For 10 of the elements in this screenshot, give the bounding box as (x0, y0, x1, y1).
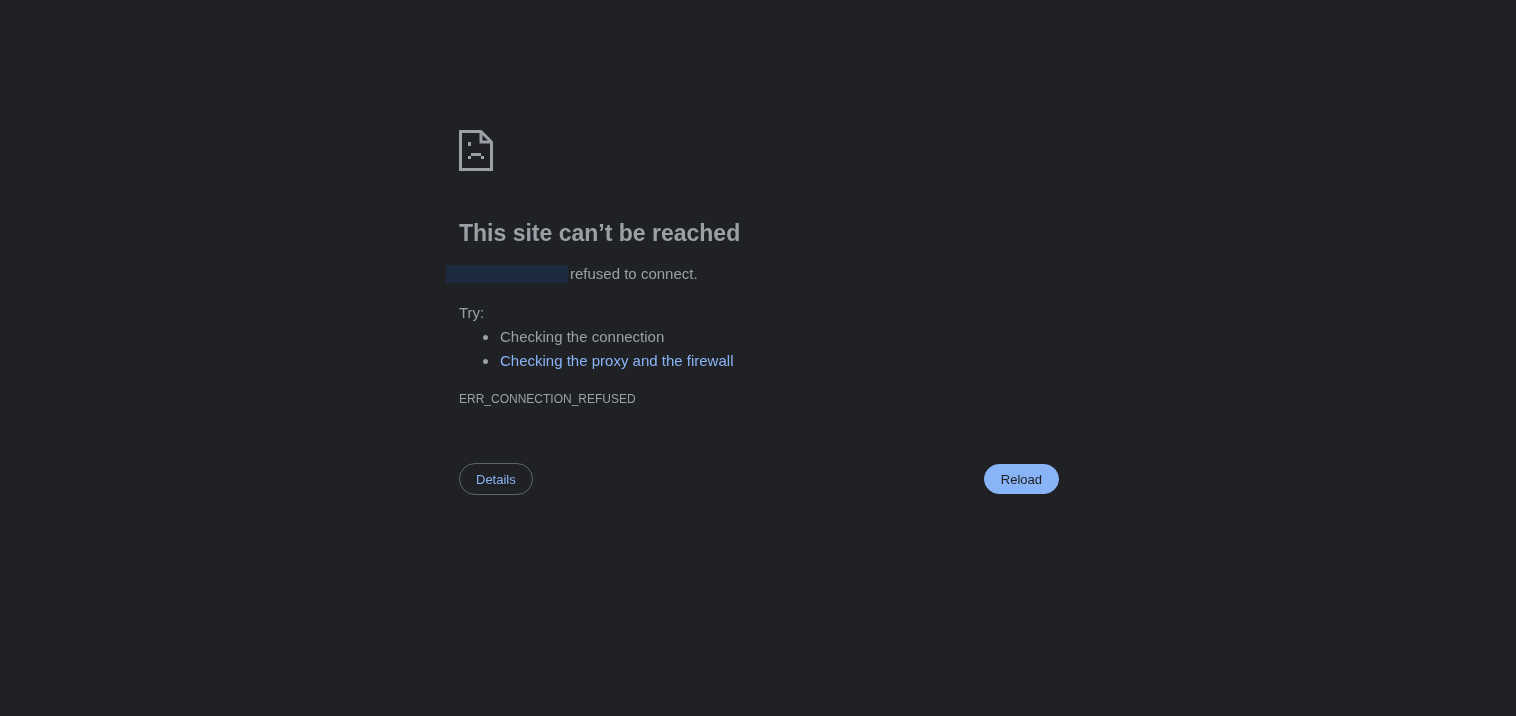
try-label: Try: (459, 303, 485, 323)
error-message: refused to connect. (570, 264, 698, 284)
error-code: ERR_CONNECTION_REFUSED (459, 391, 636, 407)
bullet-icon (483, 334, 488, 340)
sad-page-icon (459, 130, 493, 171)
page-heading: This site can’t be reached (459, 219, 741, 247)
bullet-icon (483, 358, 488, 364)
suggestion-text: Checking the connection (500, 327, 665, 347)
reload-button[interactable]: Reload (983, 464, 1059, 494)
suggestion-link[interactable]: Checking the proxy and the firewall (500, 351, 734, 371)
